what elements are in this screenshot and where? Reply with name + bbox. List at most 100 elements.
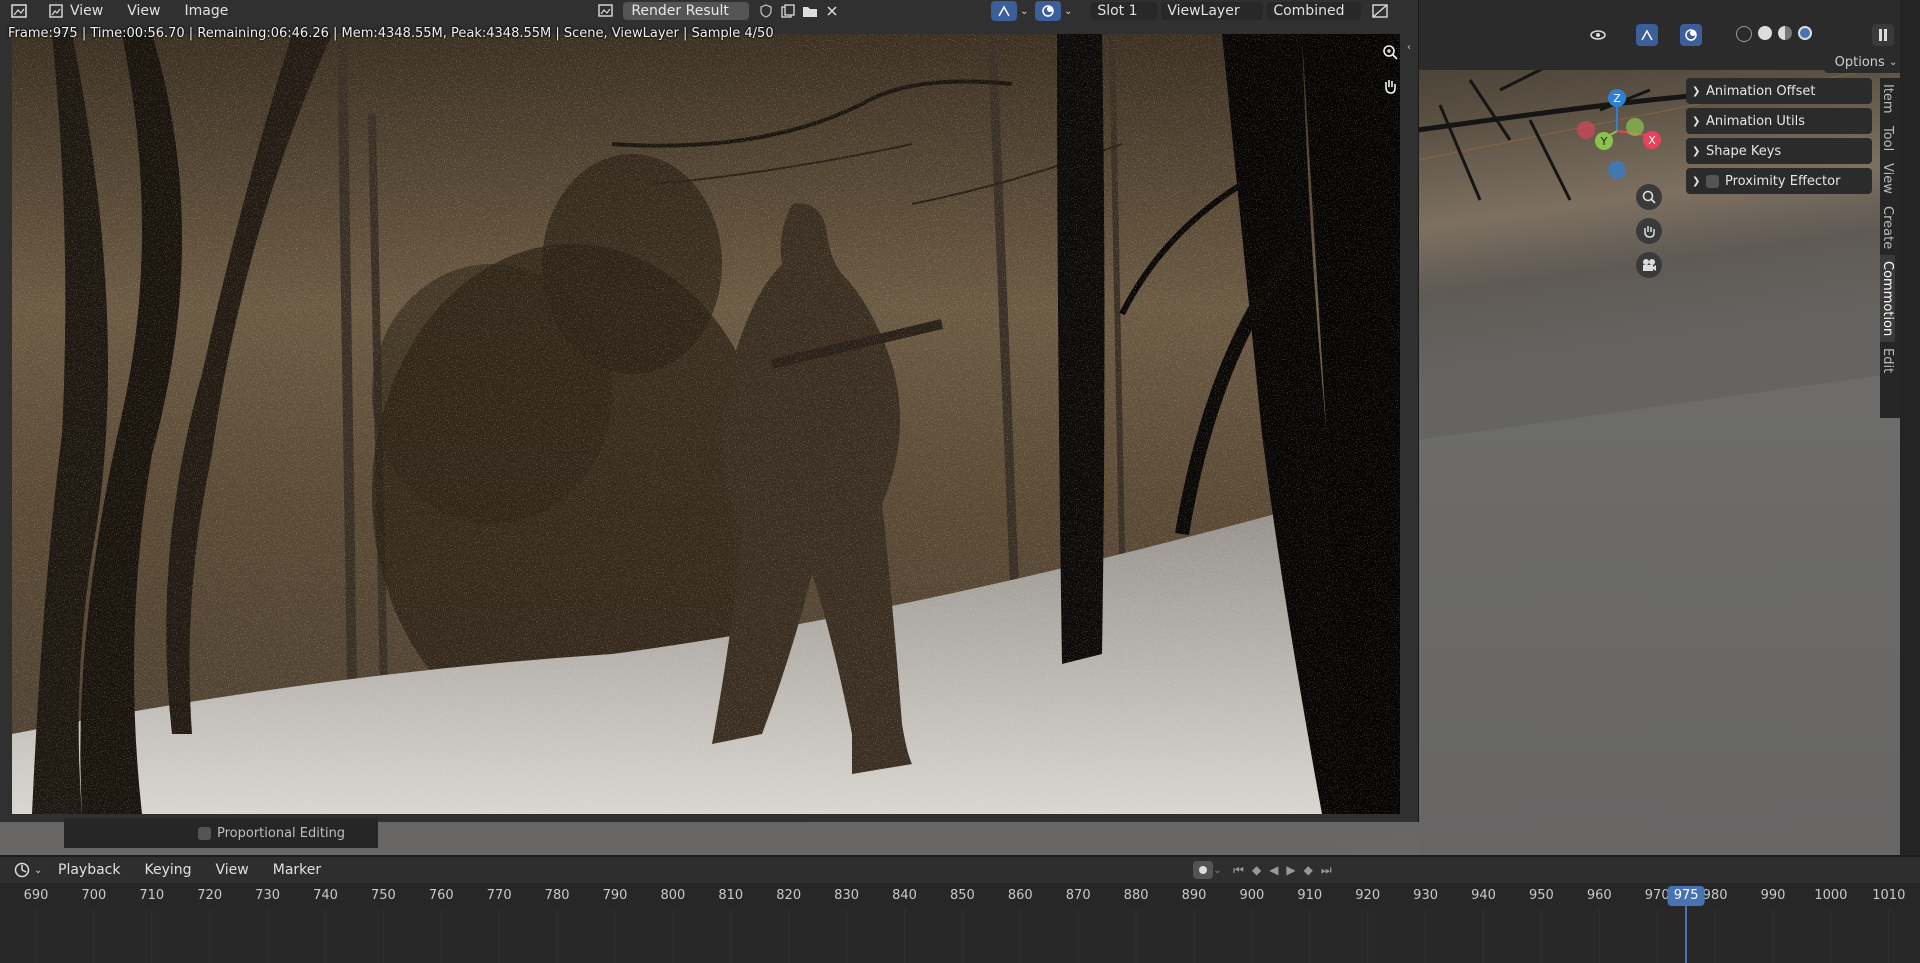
timeline-tick-label: 840 (892, 888, 917, 903)
proportional-editing-checkbox[interactable] (198, 826, 211, 840)
wireframe-shading-icon[interactable] (1736, 26, 1752, 42)
display-channels-icon[interactable] (1369, 4, 1391, 18)
prev-keyframe-icon[interactable]: ◆ (1252, 863, 1261, 878)
menu-image[interactable]: Image (172, 3, 240, 19)
viewport-header: Options ⌄ (1418, 0, 1920, 73)
timeline-tick-label: 750 (370, 888, 396, 903)
timeline-tick-label: 850 (949, 888, 975, 903)
x-axis-gizmo[interactable]: X (1640, 128, 1664, 152)
overlay-toggle-icon[interactable] (1680, 24, 1702, 46)
timeline-tick-label: 930 (1413, 888, 1439, 903)
timeline-ruler[interactable]: 690 700 710 720 730 740 750 760 770 780 790 800 810 8… (0, 883, 1920, 909)
camera-view-icon[interactable] (1636, 252, 1662, 278)
visibility-eye-icon[interactable] (1590, 24, 1606, 46)
panel-enable-checkbox[interactable] (1706, 174, 1719, 188)
timeline-tick-label: 710 (139, 888, 165, 903)
solid-shading-icon[interactable] (1758, 26, 1772, 40)
zoom-icon[interactable] (1636, 184, 1662, 210)
render-pass-label: Combined (1273, 3, 1345, 19)
timeline-tick-label: 870 (1065, 888, 1091, 903)
panel-animation-utils[interactable]: ❯ Animation Utils (1686, 108, 1872, 134)
tab-create[interactable]: Create (1880, 200, 1895, 255)
chevron-down-icon: ⌄ (1888, 56, 1898, 68)
neg-z-axis-handle[interactable] (1608, 161, 1626, 179)
chevron-down-icon[interactable]: ⌄ (34, 865, 46, 876)
menu-view-mode[interactable]: View (66, 3, 115, 19)
image-editor-header: View View Image Render Result ⌄ ⌄ Slot 1 (0, 0, 1418, 22)
gizmo-toggle-icon[interactable] (1636, 24, 1658, 46)
timeline-tick-label: 970 (1644, 888, 1670, 903)
proportional-editing-option[interactable]: Proportional Editing (64, 818, 378, 848)
menu-view[interactable]: View (115, 3, 172, 19)
material-shading-icon[interactable] (1778, 26, 1792, 40)
gizmo-icon[interactable] (991, 1, 1018, 21)
render-result-image[interactable] (12, 34, 1400, 814)
duplicate-image-icon[interactable] (777, 4, 799, 18)
sidebar-tabs: Item Tool View Create Commotion Edit (1880, 78, 1900, 418)
menu-keying[interactable]: Keying (132, 862, 203, 878)
play-icon[interactable]: ▶ (1286, 863, 1295, 878)
tool-properties-strip[interactable] (1900, 0, 1920, 855)
pan-hand-icon[interactable] (1380, 76, 1400, 96)
auto-keying-icon[interactable] (1193, 861, 1214, 879)
y-axis-label: Y (1600, 135, 1608, 148)
tab-item[interactable]: Item (1880, 78, 1895, 120)
chevron-left-icon[interactable]: ‹ (1407, 42, 1419, 54)
timeline-tick-label: 830 (834, 888, 860, 903)
chevron-down-icon[interactable]: ⌄ (1061, 6, 1075, 17)
options-label: Options (1834, 54, 1885, 70)
overlay-icon[interactable] (1035, 1, 1062, 21)
panel-label: Animation Utils (1706, 113, 1806, 129)
pause-render-icon[interactable] (1872, 24, 1894, 46)
timeline-tick-label: 880 (1123, 888, 1149, 903)
panel-proximity-effector[interactable]: ❯ Proximity Effector (1686, 168, 1872, 194)
chevron-down-icon[interactable]: ⌄ (1017, 6, 1031, 17)
timeline-tick-label: 810 (718, 888, 744, 903)
timeline-tick-label: 860 (1007, 888, 1033, 903)
rendered-shading-icon[interactable] (1798, 26, 1812, 40)
timeline-header: ⌄ Playback Keying View Marker ⌄ ⏮ ◆ ◀ ▶ … (0, 857, 1920, 883)
playhead[interactable] (1685, 903, 1688, 963)
image-browse-icon[interactable] (595, 4, 617, 18)
options-button[interactable]: Options ⌄ (1824, 51, 1908, 73)
pan-hand-icon[interactable] (1636, 218, 1662, 244)
timeline-tick-label: 920 (1355, 888, 1381, 903)
timeline-tick-label: 720 (197, 888, 223, 903)
timeline-tick-label: 690 (23, 888, 49, 903)
jump-start-icon[interactable]: ⏮ (1233, 863, 1244, 878)
menu-view[interactable]: View (204, 862, 261, 878)
zoom-icon[interactable] (1380, 42, 1400, 62)
view-layer-label: ViewLayer (1167, 3, 1240, 19)
timeline-tick-label: 890 (1181, 888, 1207, 903)
timeline-tick-label: 940 (1471, 888, 1496, 903)
timeline-body[interactable] (0, 909, 1920, 963)
fake-user-shield-icon[interactable] (755, 4, 777, 18)
close-icon[interactable] (821, 6, 843, 16)
menu-marker[interactable]: Marker (261, 862, 333, 878)
open-folder-icon[interactable] (799, 5, 821, 18)
chevron-down-icon[interactable]: ⌄ (1213, 865, 1227, 876)
menu-playback[interactable]: Playback (46, 862, 132, 878)
jump-end-icon[interactable]: ⏭ (1321, 863, 1332, 878)
panel-shape-keys[interactable]: ❯ Shape Keys (1686, 138, 1872, 164)
timeline-tick-label: 1010 (1872, 888, 1906, 903)
next-keyframe-icon[interactable]: ◆ (1304, 863, 1313, 878)
chevron-right-icon: ❯ (1692, 145, 1701, 157)
play-reverse-icon[interactable]: ◀ (1269, 863, 1278, 878)
editor-type-icon[interactable] (8, 4, 32, 18)
view-mode-icon[interactable] (46, 4, 66, 18)
image-name-field[interactable]: Render Result (623, 2, 750, 20)
panel-animation-offset[interactable]: ❯ Animation Offset (1686, 78, 1872, 104)
timeline-tick-label: 960 (1586, 888, 1612, 903)
view-layer-dropdown[interactable]: ViewLayer (1161, 2, 1264, 20)
slot-dropdown[interactable]: Slot 1 (1091, 2, 1158, 20)
timeline-editor-type-icon[interactable] (10, 862, 34, 878)
x-axis-label: X (1648, 134, 1656, 147)
render-pass-dropdown[interactable]: Combined (1267, 2, 1362, 20)
tab-edit[interactable]: Edit (1880, 342, 1895, 379)
neg-x-axis-handle[interactable] (1577, 121, 1595, 139)
tab-commotion[interactable]: Commotion (1880, 254, 1895, 343)
tab-tool[interactable]: Tool (1880, 120, 1895, 157)
chevron-right-icon: ❯ (1692, 175, 1701, 187)
tab-view[interactable]: View (1880, 157, 1895, 200)
